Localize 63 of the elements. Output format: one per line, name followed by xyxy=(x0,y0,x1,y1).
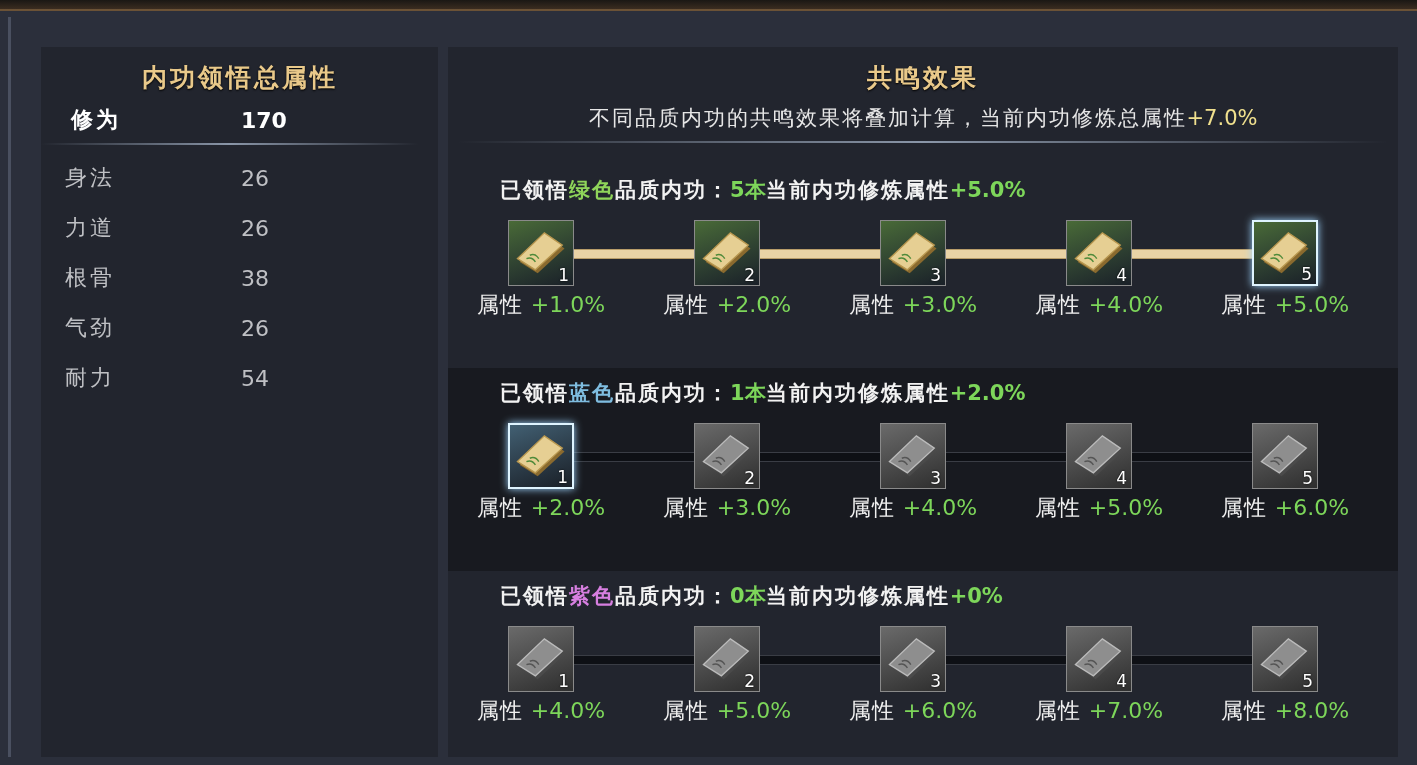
skill-slot[interactable]: 4 xyxy=(1066,626,1132,692)
attribute-name: 身法 xyxy=(64,164,116,192)
skill-slot[interactable]: 2 xyxy=(694,626,760,692)
skill-slot[interactable]: 5 xyxy=(1252,220,1318,286)
slot-number: 3 xyxy=(930,671,941,691)
slot-number: 1 xyxy=(558,671,569,691)
slot-number: 3 xyxy=(930,265,941,285)
tier-heading: 已领悟紫色品质内功：0本当前内功修炼属性+0% xyxy=(499,583,1004,610)
skill-slot[interactable]: 1 xyxy=(508,423,574,489)
attribute-value: 26 xyxy=(241,215,269,241)
effect-text: 属性 +5.0% xyxy=(1034,494,1164,522)
attribute-name: 耐力 xyxy=(64,364,116,392)
attribute-value: 26 xyxy=(241,315,269,341)
slot-number: 4 xyxy=(1116,468,1127,488)
slot-number: 5 xyxy=(1302,468,1313,488)
panel-title: 共鸣效果 xyxy=(866,62,980,94)
effect-text: 属性 +2.0% xyxy=(476,494,606,522)
slot-number: 2 xyxy=(744,265,755,285)
slot-number: 1 xyxy=(558,265,569,285)
slot-number: 5 xyxy=(1302,671,1313,691)
skill-slot[interactable]: 5 xyxy=(1252,423,1318,489)
skill-slot[interactable]: 2 xyxy=(694,423,760,489)
effect-text: 属性 +5.0% xyxy=(1220,291,1350,319)
skill-slot[interactable]: 4 xyxy=(1066,423,1132,489)
skill-slot[interactable]: 4 xyxy=(1066,220,1132,286)
skill-slot[interactable]: 1 xyxy=(508,626,574,692)
skill-slot[interactable]: 2 xyxy=(694,220,760,286)
tier-heading: 已领悟绿色品质内功：5本当前内功修炼属性+5.0% xyxy=(499,177,1027,204)
effect-text: 属性 +6.0% xyxy=(848,697,978,725)
effect-text: 属性 +1.0% xyxy=(476,291,606,319)
slot-number: 4 xyxy=(1116,265,1127,285)
attribute-name: 修为 xyxy=(69,106,122,134)
skill-slot[interactable]: 1 xyxy=(508,220,574,286)
attribute-value: 38 xyxy=(241,265,269,291)
effect-text: 属性 +4.0% xyxy=(848,494,978,522)
attribute-value: 54 xyxy=(241,365,269,391)
slot-number: 4 xyxy=(1116,671,1127,691)
slot-number: 2 xyxy=(744,671,755,691)
attribute-value: 26 xyxy=(241,165,269,191)
skill-slot[interactable]: 3 xyxy=(880,423,946,489)
attribute-name: 气劲 xyxy=(64,314,116,342)
effect-text: 属性 +3.0% xyxy=(848,291,978,319)
skill-slot[interactable]: 3 xyxy=(880,626,946,692)
description-text: 不同品质内功的共鸣效果将叠加计算，当前内功修炼总属性+7.0% xyxy=(587,105,1259,132)
effect-text: 属性 +4.0% xyxy=(1034,291,1164,319)
effect-text: 属性 +4.0% xyxy=(476,697,606,725)
slot-number: 2 xyxy=(744,468,755,488)
effect-text: 属性 +3.0% xyxy=(662,494,792,522)
skill-slot[interactable]: 3 xyxy=(880,220,946,286)
skill-slot[interactable]: 5 xyxy=(1252,626,1318,692)
slot-number: 5 xyxy=(1301,264,1312,284)
tier-heading: 已领悟蓝色品质内功：1本当前内功修炼属性+2.0% xyxy=(499,380,1027,407)
effect-text: 属性 +8.0% xyxy=(1220,697,1350,725)
attribute-value: 170 xyxy=(241,107,287,133)
attribute-name: 力道 xyxy=(64,214,116,242)
effect-text: 属性 +6.0% xyxy=(1220,494,1350,522)
effect-text: 属性 +5.0% xyxy=(662,697,792,725)
effect-text: 属性 +7.0% xyxy=(1034,697,1164,725)
panel-title: 内功领悟总属性 xyxy=(140,62,339,94)
attribute-name: 根骨 xyxy=(64,264,116,292)
slot-number: 3 xyxy=(930,468,941,488)
effect-text: 属性 +2.0% xyxy=(662,291,792,319)
slot-number: 1 xyxy=(557,467,568,487)
